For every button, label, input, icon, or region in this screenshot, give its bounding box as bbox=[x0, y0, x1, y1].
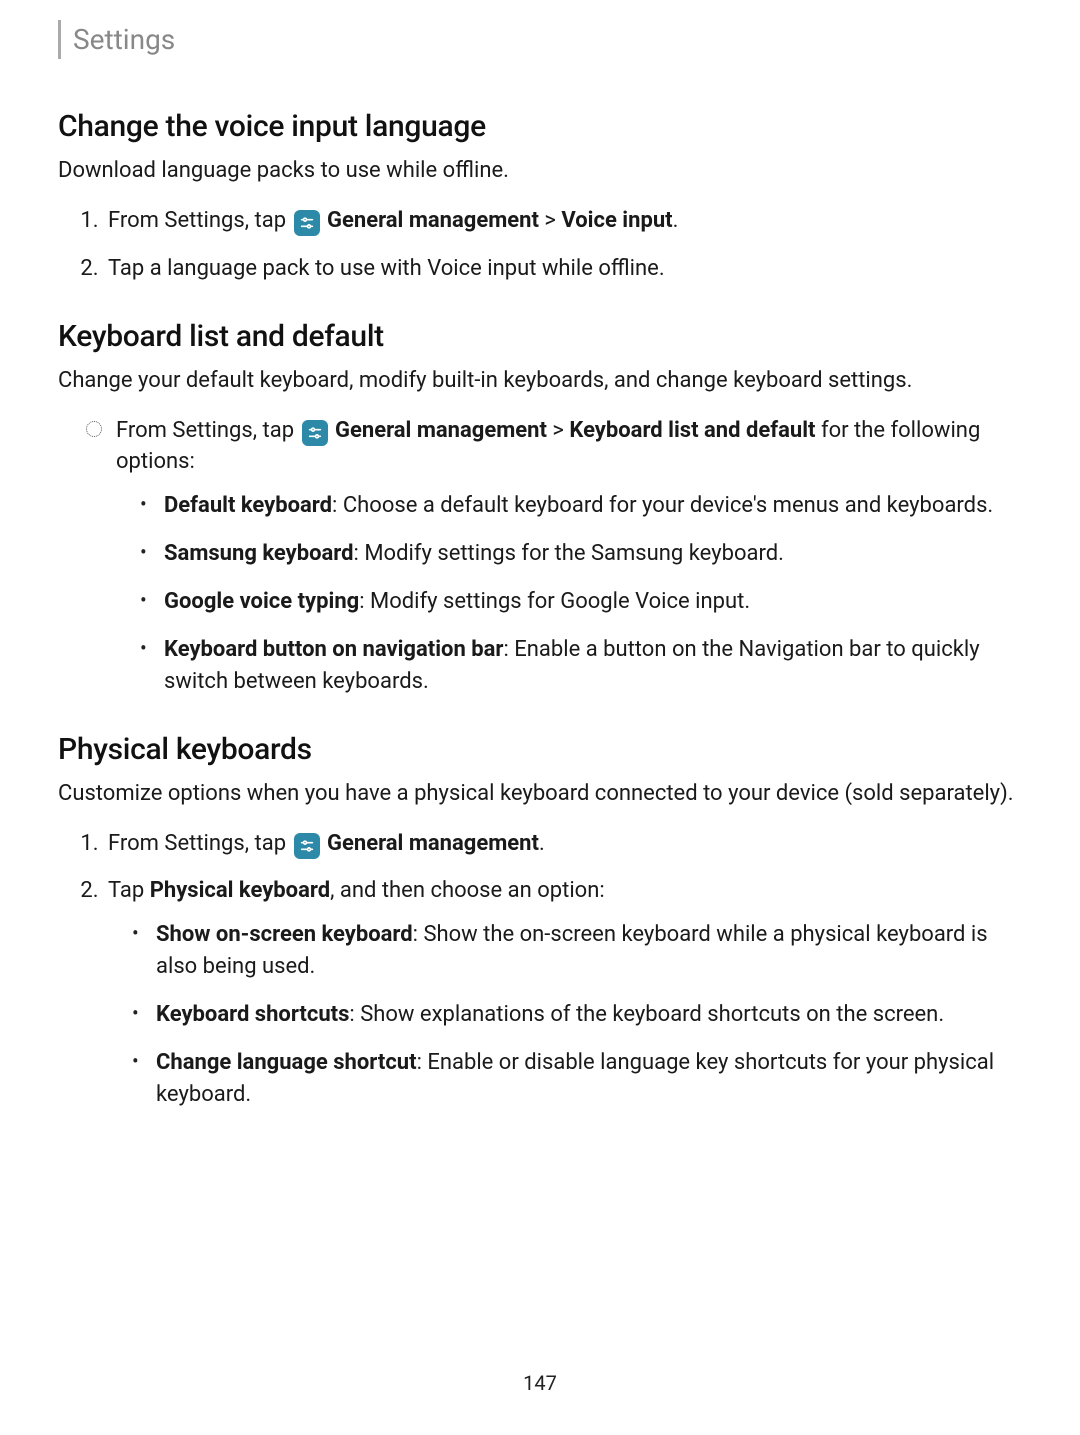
path-general-management: General management bbox=[335, 418, 547, 443]
step-suffix: , and then choose an option: bbox=[330, 878, 605, 903]
intro-physical-keyboards: Customize options when you have a physic… bbox=[58, 779, 1022, 810]
path-separator: > bbox=[539, 208, 561, 233]
sub-bullet-list: Default keyboard: Choose a default keybo… bbox=[116, 490, 1022, 697]
heading-voice-input: Change the voice input language bbox=[58, 109, 1022, 144]
option-label: Show on-screen keyboard bbox=[156, 922, 413, 947]
settings-icon bbox=[294, 833, 320, 859]
document-page: Settings Change the voice input language… bbox=[0, 0, 1080, 1435]
list-item: Samsung keyboard: Modify settings for th… bbox=[154, 538, 1022, 570]
section-keyboard-list: Keyboard list and default Change your de… bbox=[58, 319, 1022, 698]
section-voice-input-language: Change the voice input language Download… bbox=[58, 109, 1022, 285]
page-header: Settings bbox=[58, 20, 1022, 59]
step-text: From Settings, tap bbox=[108, 831, 292, 856]
list-item: Show on-screen keyboard: Show the on-scr… bbox=[146, 919, 1022, 983]
list-item: Keyboard button on navigation bar: Enabl… bbox=[154, 634, 1022, 698]
step-text: From Settings, tap bbox=[108, 208, 292, 233]
path-physical-keyboard: Physical keyboard bbox=[150, 878, 330, 903]
list-item: Default keyboard: Choose a default keybo… bbox=[154, 490, 1022, 522]
option-text: : Show explanations of the keyboard shor… bbox=[349, 1002, 944, 1027]
settings-icon bbox=[302, 420, 328, 446]
option-label: Keyboard shortcuts bbox=[156, 1002, 349, 1027]
page-number: 147 bbox=[58, 1371, 1022, 1395]
sub-bullet-list: Show on-screen keyboard: Show the on-scr… bbox=[108, 919, 1022, 1110]
step-text: Tap bbox=[108, 878, 150, 903]
intro-voice-input: Download language packs to use while off… bbox=[58, 156, 1022, 187]
steps-voice-input: From Settings, tap General management > … bbox=[58, 205, 1022, 285]
path-separator: > bbox=[547, 418, 569, 443]
settings-icon bbox=[294, 210, 320, 236]
section-physical-keyboards: Physical keyboards Customize options whe… bbox=[58, 732, 1022, 1111]
path-voice-input: Voice input bbox=[561, 208, 672, 233]
step-item: From Settings, tap General management. bbox=[104, 828, 1022, 860]
option-label: Change language shortcut bbox=[156, 1050, 417, 1075]
list-item: From Settings, tap General management > … bbox=[86, 415, 1022, 698]
step-text: From Settings, tap bbox=[116, 418, 300, 443]
heading-keyboard-list: Keyboard list and default bbox=[58, 319, 1022, 354]
list-item: Change language shortcut: Enable or disa… bbox=[146, 1047, 1022, 1111]
path-general-management: General management bbox=[327, 831, 539, 856]
option-label: Default keyboard bbox=[164, 493, 332, 518]
option-text: : Modify settings for Google Voice input… bbox=[359, 589, 750, 614]
option-text: : Modify settings for the Samsung keyboa… bbox=[354, 541, 784, 566]
option-text: : Choose a default keyboard for your dev… bbox=[332, 493, 993, 518]
list-item: Keyboard shortcuts: Show explanations of… bbox=[146, 999, 1022, 1031]
option-label: Samsung keyboard bbox=[164, 541, 354, 566]
option-label: Keyboard button on navigation bar bbox=[164, 637, 503, 662]
step-item: Tap a language pack to use with Voice in… bbox=[104, 253, 1022, 285]
step-period: . bbox=[539, 831, 545, 856]
list-item: Google voice typing: Modify settings for… bbox=[154, 586, 1022, 618]
path-general-management: General management bbox=[327, 208, 539, 233]
step-item: From Settings, tap General management > … bbox=[104, 205, 1022, 237]
path-keyboard-list-default: Keyboard list and default bbox=[569, 418, 815, 443]
steps-physical-keyboards: From Settings, tap General management. T… bbox=[58, 828, 1022, 1111]
heading-physical-keyboards: Physical keyboards bbox=[58, 732, 1022, 767]
step-item: Tap Physical keyboard, and then choose a… bbox=[104, 875, 1022, 1110]
intro-keyboard-list: Change your default keyboard, modify bui… bbox=[58, 366, 1022, 397]
step-period: . bbox=[673, 208, 679, 233]
option-label: Google voice typing bbox=[164, 589, 359, 614]
open-bullet-list: From Settings, tap General management > … bbox=[58, 415, 1022, 698]
